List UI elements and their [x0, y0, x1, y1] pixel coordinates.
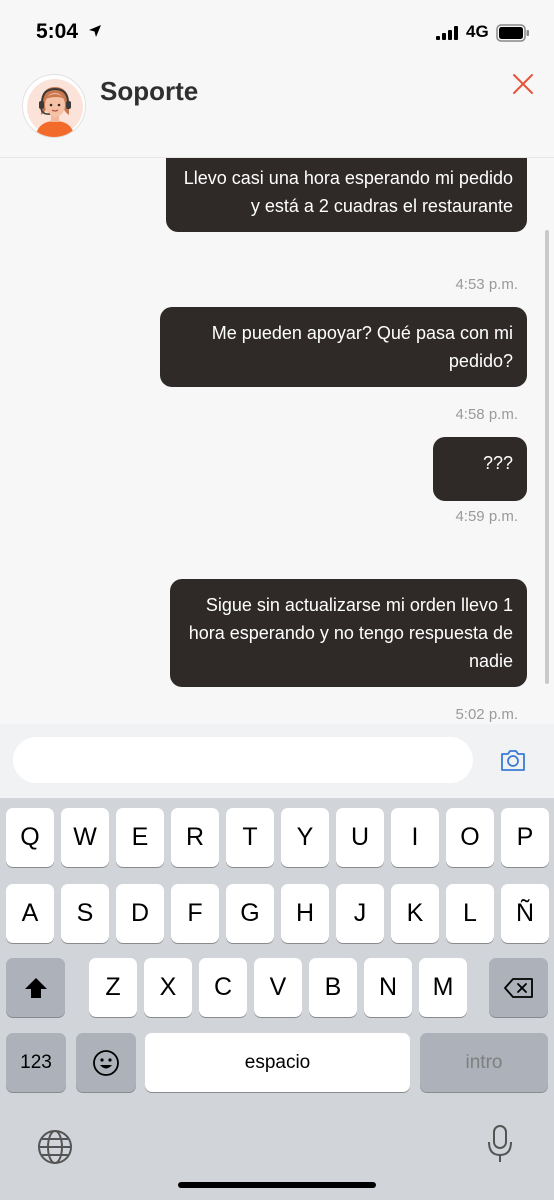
message-composer [0, 724, 554, 798]
globe-icon[interactable] [36, 1128, 74, 1166]
emoji-key[interactable] [76, 1033, 136, 1092]
key-n[interactable]: N [364, 958, 412, 1017]
numbers-key[interactable]: 123 [6, 1033, 66, 1092]
microphone-icon[interactable] [487, 1124, 513, 1166]
key-y[interactable]: Y [281, 808, 329, 867]
home-indicator [178, 1182, 376, 1188]
key-u[interactable]: U [336, 808, 384, 867]
keyboard: Q W E R T Y U I O P A S D F G H J K L Ñ … [0, 798, 554, 1200]
camera-icon[interactable] [499, 746, 527, 774]
network-type: 4G [466, 22, 489, 41]
message-input[interactable] [13, 737, 473, 783]
message-list[interactable]: Llevo casi una hora esperando mi pedido … [0, 158, 554, 724]
message-text: ??? [482, 453, 513, 473]
key-r[interactable]: R [171, 808, 219, 867]
status-bar: 5:04 4G [0, 0, 554, 62]
key-p[interactable]: P [501, 808, 549, 867]
message-time: 4:53 p.m. [455, 276, 518, 293]
message-bubble: ??? [433, 437, 527, 501]
key-k[interactable]: K [391, 884, 439, 943]
key-z[interactable]: Z [89, 958, 137, 1017]
message-bubble: Llevo casi una hora esperando mi pedido … [166, 158, 527, 232]
key-enye[interactable]: Ñ [501, 884, 549, 943]
shift-key[interactable] [6, 958, 65, 1017]
key-a[interactable]: A [6, 884, 54, 943]
return-key[interactable]: intro [420, 1033, 548, 1092]
delete-key[interactable] [489, 958, 548, 1017]
key-s[interactable]: S [61, 884, 109, 943]
space-key[interactable]: espacio [145, 1033, 410, 1092]
close-icon[interactable] [510, 71, 536, 97]
status-time: 5:04 [36, 20, 79, 43]
chat-header: Soporte [0, 62, 554, 158]
message-text: Me pueden apoyar? Qué pasa con mi pedido… [211, 323, 513, 371]
key-x[interactable]: X [144, 958, 192, 1017]
key-f[interactable]: F [171, 884, 219, 943]
key-e[interactable]: E [116, 808, 164, 867]
message-text: Llevo casi una hora esperando mi pedido … [183, 168, 513, 216]
message-text: Sigue sin actualizarse mi orden llevo 1 … [188, 595, 513, 671]
message-time: 4:59 p.m. [455, 508, 518, 525]
key-t[interactable]: T [226, 808, 274, 867]
key-b[interactable]: B [309, 958, 357, 1017]
message-time: 5:02 p.m. [455, 706, 518, 723]
agent-avatar-icon [27, 79, 83, 137]
shift-icon [24, 977, 47, 998]
support-avatar [22, 74, 86, 138]
key-i[interactable]: I [391, 808, 439, 867]
key-q[interactable]: Q [6, 808, 54, 867]
message-bubble: Me pueden apoyar? Qué pasa con mi pedido… [160, 307, 527, 387]
key-m[interactable]: M [419, 958, 467, 1017]
location-arrow-icon [89, 25, 101, 37]
key-c[interactable]: C [199, 958, 247, 1017]
key-g[interactable]: G [226, 884, 274, 943]
emoji-icon [93, 1049, 119, 1076]
signal-icon [436, 26, 458, 40]
delete-icon [503, 977, 533, 998]
key-o[interactable]: O [446, 808, 494, 867]
chat-scrollbar[interactable] [545, 230, 549, 684]
key-l[interactable]: L [446, 884, 494, 943]
battery-icon [496, 24, 529, 42]
key-j[interactable]: J [336, 884, 384, 943]
key-h[interactable]: H [281, 884, 329, 943]
chat-title: Soporte [100, 76, 199, 106]
key-d[interactable]: D [116, 884, 164, 943]
message-time: 4:58 p.m. [455, 406, 518, 423]
message-bubble: Sigue sin actualizarse mi orden llevo 1 … [170, 579, 527, 687]
key-w[interactable]: W [61, 808, 109, 867]
key-v[interactable]: V [254, 958, 302, 1017]
